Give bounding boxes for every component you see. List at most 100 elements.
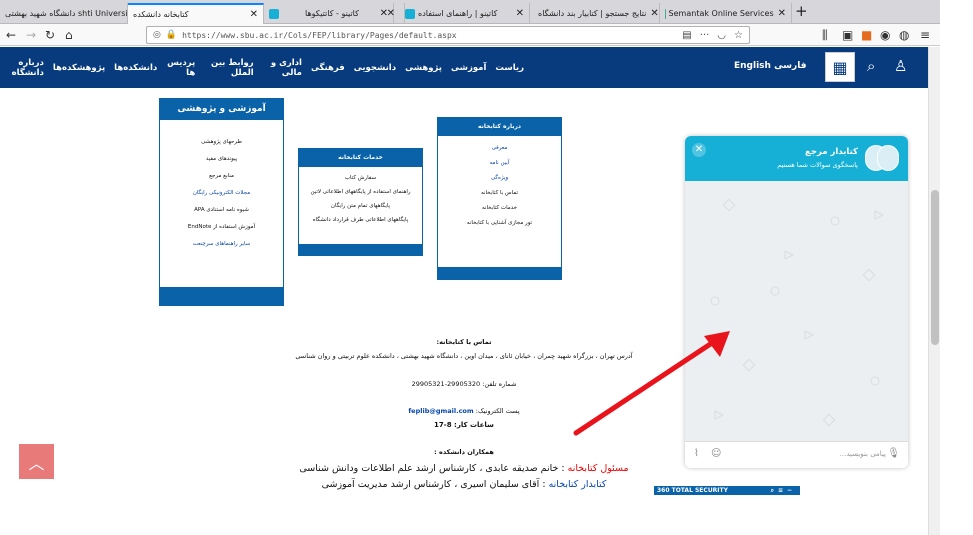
staff-name: : خانم صدیقه عابدی ، کارشناس ارشد علم اط…	[299, 463, 565, 474]
chat-title: کتابدار مرجع	[805, 147, 858, 157]
menu-item[interactable]: آموزشی	[451, 63, 486, 73]
menu-item[interactable]: ریاست	[495, 63, 524, 73]
reader-icon[interactable]: ▤	[682, 30, 691, 41]
tab-label: نتایج جستجو | کتابیار بند دانشگاه	[538, 9, 647, 18]
menu-item[interactable]: دانشجویی	[354, 63, 396, 73]
annotation-arrow	[573, 331, 730, 436]
about-link[interactable]: تور مجازی آشنایی با کتابخانه	[438, 220, 561, 226]
chat-subtitle: پاسخگوی سوالات شما هستیم	[777, 161, 858, 169]
staff-name: : آقای سلیمان اسیری ، کارشناس ارشد مدیری…	[321, 479, 546, 490]
forward-icon[interactable]: →	[26, 27, 36, 43]
close-icon[interactable]: ✕	[692, 143, 706, 157]
scrollbar-thumb[interactable]	[931, 190, 939, 345]
reload-icon[interactable]: ↻	[45, 27, 55, 43]
lock-icon[interactable]: 🔒	[166, 30, 177, 40]
attachment-icon[interactable]: ⌇	[694, 448, 699, 459]
about-box: درباره کتابخانه معرفی آیین نامه ویژه‌گی …	[437, 117, 562, 280]
arrow-shaft	[573, 336, 721, 436]
services-link[interactable]: پایگاههای تمام متن رایگان	[299, 203, 422, 209]
tab-katino[interactable]: کاتینو - کاتتیکوها ✕	[300, 3, 400, 24]
bookmark-star-icon[interactable]: ☆	[734, 30, 743, 41]
close-icon[interactable]: ✕	[774, 8, 786, 19]
research-link[interactable]: آموزش استفاده از EndNote	[160, 224, 283, 230]
globe-icon[interactable]: ◍	[899, 27, 909, 43]
close-icon[interactable]: ✕	[383, 8, 395, 19]
university-logo[interactable]: ▦	[825, 52, 855, 82]
email-link[interactable]: feplib@gmail.com	[408, 407, 473, 415]
url-bar[interactable]: ◎ 🔒 https://www.sbu.ac.ir/Cols/FEP/libra…	[146, 26, 750, 44]
url-text[interactable]: https://www.sbu.ac.ir/Cols/FEP/library/P…	[182, 31, 457, 40]
search-icon[interactable]: ⌕	[867, 57, 875, 75]
close-icon[interactable]: ✕	[246, 9, 258, 20]
menu-item[interactable]: اداری و مالی	[263, 58, 302, 78]
about-link[interactable]: آیین نامه	[438, 160, 561, 166]
box-footer	[160, 287, 283, 305]
research-link[interactable]: مجلات الکترونیکی رایگان	[160, 190, 283, 196]
menu-item[interactable]: درباره دانشگاه	[0, 58, 44, 78]
about-box-title: درباره کتابخانه	[438, 118, 561, 136]
katino-favicon-icon	[405, 8, 415, 19]
menu-item[interactable]: پژوهشکده‌ها	[53, 63, 105, 73]
staff-role: کتابدار کتابخانه	[548, 479, 607, 490]
research-link[interactable]: پیوندهای مفید	[160, 156, 283, 162]
sidebar-icon[interactable]: ▣	[842, 27, 853, 43]
avatar	[877, 145, 899, 171]
chat-message-input[interactable]: پیامی بنویسید...	[840, 450, 886, 458]
box-footer	[299, 244, 422, 255]
about-link[interactable]: تماس با کتابخانه	[438, 190, 561, 196]
microphone-icon[interactable]: 🎙	[887, 448, 900, 459]
menu-item[interactable]: روابط بین الملل	[204, 58, 254, 78]
services-box: خدمات کتابخانه سفارش کتاب راهنمای استفاد…	[298, 148, 423, 256]
services-link[interactable]: سفارش کتاب	[299, 175, 422, 181]
box-footer	[438, 267, 561, 279]
menu-icon[interactable]: ≡	[920, 27, 930, 43]
lang-fa-link[interactable]: فارسی	[774, 61, 806, 71]
back-icon[interactable]: ←	[6, 27, 16, 43]
emoji-icon[interactable]: ☺	[711, 448, 721, 459]
about-link[interactable]: ویژه‌گی	[438, 175, 561, 181]
tab-label: Semantak Online Services	[668, 9, 774, 18]
research-link[interactable]: منابع مرجع	[160, 173, 283, 179]
menu-item[interactable]: پردیس ها	[166, 58, 195, 78]
research-box: آموزشی و پژوهشی طرحهای پژوهشی پیوندهای م…	[159, 98, 284, 306]
page-scrollbar[interactable]	[928, 47, 940, 535]
hours-label: ساعات کار:	[454, 421, 494, 429]
close-icon[interactable]: ✕	[512, 8, 524, 19]
research-link[interactable]: سایر راهنماهای سرچنعت	[160, 241, 283, 247]
user-icon[interactable]: ♙	[894, 57, 907, 75]
account-icon[interactable]: ◉	[880, 27, 890, 43]
menu-item[interactable]: فرهنگی	[311, 63, 345, 73]
menu-item[interactable]: پژوهشی	[405, 63, 442, 73]
research-link[interactable]: طرحهای پژوهشی	[160, 139, 283, 145]
tab-katino-guide[interactable]: کاتینو | راهنمای استفاده ✕	[400, 3, 530, 24]
menu-item[interactable]: دانشکده‌ها	[114, 63, 157, 73]
more-icon[interactable]: ···	[700, 30, 710, 41]
staff-role: مسئول کتابخانه	[567, 463, 629, 474]
tab-university[interactable]: دانشگاه شهید بهشتی shti University✕	[0, 3, 128, 24]
library-icon[interactable]: ⫼	[822, 27, 828, 43]
back-to-top-button[interactable]: ︿	[19, 444, 54, 479]
security-controls-icon[interactable]: ⌕≡−	[771, 486, 796, 495]
home-icon[interactable]: ⌂	[65, 27, 73, 43]
pocket-icon[interactable]: ◡	[717, 30, 726, 41]
research-link[interactable]: شیوه نامه استنادی APA	[160, 207, 283, 213]
about-link[interactable]: خدمات کتابخانه	[438, 205, 561, 211]
about-link[interactable]: معرفی	[438, 145, 561, 151]
shield-icon[interactable]: ◎	[153, 30, 161, 40]
hours-value: 8-17	[434, 421, 452, 429]
tab-label: کاتینو - کاتتیکوها	[305, 9, 359, 18]
chevron-up-icon: ︿	[28, 453, 45, 473]
email-label: پست الکترونیک:	[475, 407, 520, 415]
new-tab-icon[interactable]: +	[795, 2, 808, 20]
site-navbar: ریاست آموزشی پژوهشی دانشجویی فرهنگی ادار…	[0, 47, 928, 88]
tab-library[interactable]: کتابخانه دانشکده ✕	[128, 3, 264, 24]
close-icon[interactable]: ✕	[646, 8, 658, 19]
services-link[interactable]: راهنمای استفاده از پایگاههای اطلاعاتی لا…	[299, 189, 422, 195]
extension-icon[interactable]: ■	[861, 27, 872, 43]
research-box-title: آموزشی و پژوهشی	[160, 99, 283, 120]
tab-semantak[interactable]: Semantak Online Services ✕	[660, 3, 792, 24]
tab-search-results[interactable]: نتایج جستجو | کتابیار بند دانشگاه ✕	[530, 3, 660, 24]
lang-en-link[interactable]: English	[734, 61, 771, 71]
services-link[interactable]: پایگاههای اطلاعاتی طرف قرارداد دانشگاه	[299, 217, 422, 223]
site-menu: ریاست آموزشی پژوهشی دانشجویی فرهنگی ادار…	[0, 47, 524, 88]
